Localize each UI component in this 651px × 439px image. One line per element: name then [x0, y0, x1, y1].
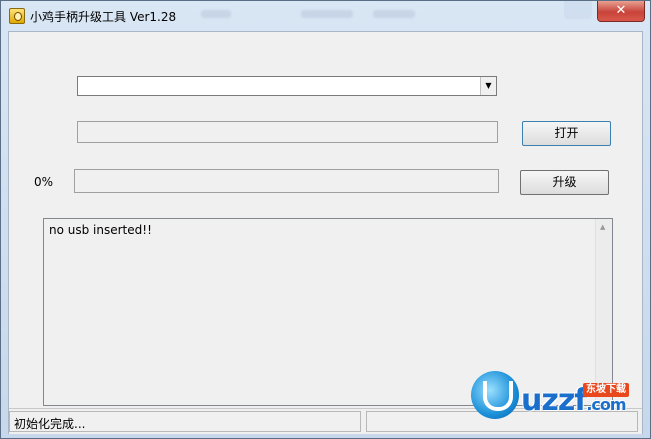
scroll-up-icon[interactable]: ▲	[600, 223, 605, 231]
title-ghost-text	[201, 10, 231, 18]
title-ghost-text	[373, 10, 415, 18]
app-icon	[9, 8, 25, 24]
watermark-badge: 东坡下载	[583, 383, 629, 397]
status-message: 初始化完成...	[14, 417, 86, 431]
open-button[interactable]: 打开	[522, 121, 611, 146]
close-button[interactable]: ✕	[597, 1, 645, 22]
upgrade-button[interactable]: 升级	[520, 170, 609, 195]
minimize-button[interactable]	[564, 1, 592, 19]
title-ghost-text	[301, 10, 353, 18]
log-text: no usb inserted!!	[49, 223, 152, 237]
app-window: 小鸡手柄升级工具 Ver1.28 ✕ ▼ 打开 0% 升级 no usb ins…	[0, 0, 651, 439]
title-bar[interactable]: 小鸡手柄升级工具 Ver1.28 ✕	[1, 1, 650, 31]
file-path-field[interactable]	[77, 121, 498, 143]
status-pane-main: 初始化完成...	[9, 411, 361, 432]
window-title: 小鸡手柄升级工具 Ver1.28	[30, 10, 177, 24]
device-select[interactable]: ▼	[77, 76, 497, 96]
site-watermark: uzzf.com 东坡下载	[471, 369, 646, 429]
dropdown-arrow-icon[interactable]: ▼	[480, 77, 496, 95]
progress-bar	[74, 169, 499, 193]
watermark-logo-icon	[471, 371, 519, 419]
progress-percent: 0%	[34, 175, 54, 189]
